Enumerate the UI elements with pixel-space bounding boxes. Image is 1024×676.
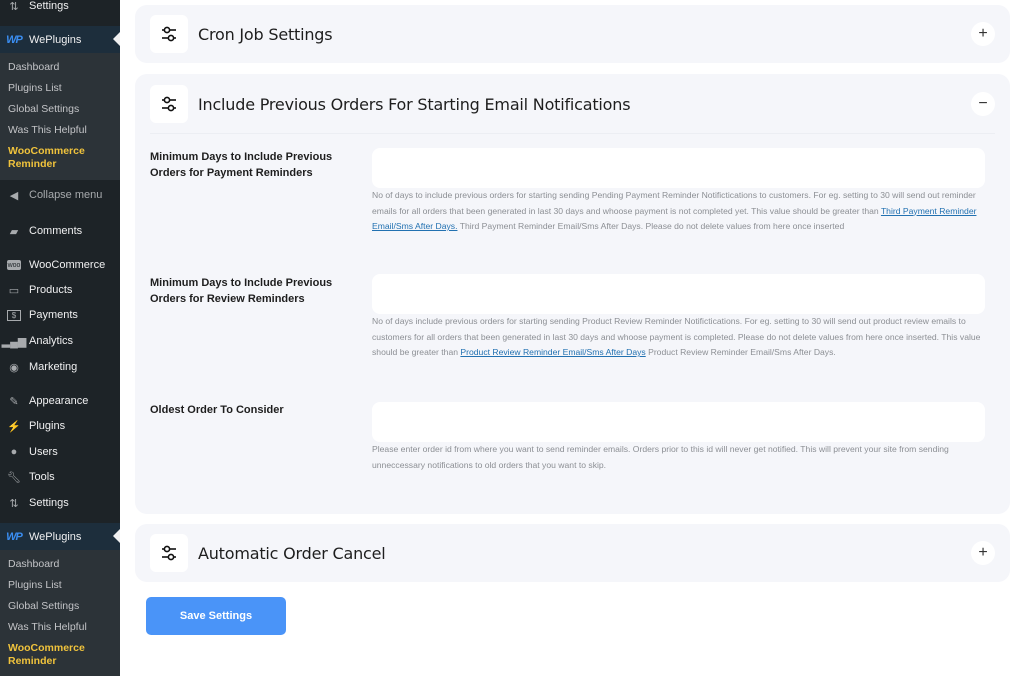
sliders-icon <box>150 15 188 53</box>
menu-label: WooCommerce <box>29 259 106 271</box>
menu-item-users[interactable]: ● Users <box>0 439 120 465</box>
settings-icon: ⇅ <box>9 0 19 13</box>
submenu-dashboard[interactable]: Dashboard <box>0 57 120 78</box>
min-days-review-label: Minimum Days to Include Previous Orders … <box>150 277 333 305</box>
woocommerce-icon: woo <box>7 260 21 270</box>
menu-item-comments[interactable]: ▰ Comments <box>0 218 120 244</box>
analytics-icon: ▂▄▆ <box>1 335 27 348</box>
payments-icon: $ <box>7 309 21 321</box>
help-text: Third Payment Reminder Email/Sms After D… <box>457 221 845 231</box>
submenu-was-this-helpful[interactable]: Was This Helpful <box>0 617 120 638</box>
cron-job-settings-panel: Cron Job Settings + <box>135 5 1010 63</box>
menu-label: WePlugins <box>29 33 82 46</box>
submenu-woocommerce-reminder[interactable]: WooCommerce Reminder <box>0 638 120 672</box>
oldest-order-label: Oldest Order To Consider <box>150 404 284 416</box>
menu-item-settings[interactable]: ⇅ Settings <box>0 490 120 516</box>
product-review-reminder-link[interactable]: Product Review Reminder Email/Sms After … <box>460 347 645 357</box>
menu-item-weplugins[interactable]: WP WePlugins <box>0 26 120 53</box>
menu-item-weplugins-2[interactable]: WP WePlugins <box>0 523 120 550</box>
menu-item-woocommerce[interactable]: woo WooCommerce <box>0 252 120 278</box>
menu-label: Plugins <box>29 420 66 432</box>
menu-item-products[interactable]: ▭ Products <box>0 277 120 303</box>
panel-header[interactable]: Automatic Order Cancel + <box>150 524 995 582</box>
oldest-order-help: Please enter order id from where you wan… <box>372 442 987 473</box>
panel-title: Include Previous Orders For Starting Ema… <box>198 94 631 114</box>
expand-plus-icon[interactable]: + <box>971 22 995 46</box>
comments-icon: ▰ <box>9 225 19 238</box>
menu-label: Payments <box>29 309 78 321</box>
divider <box>150 133 995 134</box>
tools-wrench-icon: 🔧︎ <box>7 471 21 484</box>
menu-item-plugins[interactable]: ⚡ Plugins <box>0 413 120 439</box>
min-days-payment-label: Minimum Days to Include Previous Orders … <box>150 151 333 179</box>
menu-label: Comments <box>29 225 83 237</box>
collapse-menu-button[interactable]: ◀ Collapse menu <box>0 182 120 208</box>
collapse-icon: ◀ <box>9 189 19 202</box>
weplugins-submenu: Dashboard Plugins List Global Settings W… <box>0 53 120 180</box>
plugins-icon: ⚡ <box>7 420 21 433</box>
help-text: Product Review Reminder Email/Sms After … <box>645 347 836 357</box>
users-icon: ● <box>10 446 18 458</box>
automatic-order-cancel-panel: Automatic Order Cancel + <box>135 524 1010 582</box>
submenu-plugins-list[interactable]: Plugins List <box>0 575 120 596</box>
menu-item-settings-top[interactable]: ⇅ Settings <box>0 0 120 19</box>
save-settings-button[interactable]: Save Settings <box>146 597 286 635</box>
min-days-review-input[interactable] <box>372 274 985 314</box>
weplugins-logo-icon: WP <box>6 530 23 543</box>
panel-title: Cron Job Settings <box>198 24 333 44</box>
sliders-icon <box>150 85 188 123</box>
menu-item-appearance[interactable]: ✎ Appearance <box>0 388 120 414</box>
oldest-order-input[interactable] <box>372 402 985 442</box>
panel-header[interactable]: Cron Job Settings + <box>150 5 995 63</box>
collapse-minus-icon[interactable]: − <box>971 92 995 116</box>
sliders-icon <box>150 534 188 572</box>
min-days-payment-input[interactable] <box>372 148 985 188</box>
submenu-global-settings[interactable]: Global Settings <box>0 596 120 617</box>
menu-item-payments[interactable]: $ Payments <box>0 302 120 328</box>
menu-label: Collapse menu <box>29 189 103 201</box>
settings-icon: ⇅ <box>9 497 19 510</box>
submenu-woocommerce-reminder[interactable]: WooCommerce Reminder <box>0 141 120 175</box>
panel-title: Automatic Order Cancel <box>198 543 386 563</box>
submenu-was-this-helpful[interactable]: Was This Helpful <box>0 120 120 141</box>
menu-label: WePlugins <box>29 530 82 543</box>
menu-label: Appearance <box>29 395 89 407</box>
menu-item-tools[interactable]: 🔧︎ Tools <box>0 464 120 490</box>
submenu-dashboard[interactable]: Dashboard <box>0 554 120 575</box>
menu-label: Tools <box>29 471 55 483</box>
products-icon: ▭ <box>8 284 20 297</box>
help-text: Please enter order id from where you wan… <box>372 444 949 470</box>
menu-label: Settings <box>29 0 69 12</box>
min-days-payment-help: No of days to include previous orders fo… <box>372 188 987 235</box>
min-days-review-help: No of days include previous orders for s… <box>372 314 987 361</box>
main-content: Cron Job Settings + Include Previous Ord… <box>120 0 1024 676</box>
menu-item-analytics[interactable]: ▂▄▆ Analytics <box>0 328 120 354</box>
submenu-plugins-list[interactable]: Plugins List <box>0 78 120 99</box>
admin-sidebar: ⇅ Settings WP WePlugins Dashboard Plugin… <box>0 0 120 676</box>
menu-label: Products <box>29 284 73 296</box>
submenu-global-settings[interactable]: Global Settings <box>0 99 120 120</box>
expand-plus-icon[interactable]: + <box>971 541 995 565</box>
menu-label: Marketing <box>29 361 78 373</box>
menu-label: Settings <box>29 497 69 509</box>
marketing-megaphone-icon: ◉ <box>9 361 19 374</box>
panel-header[interactable]: Include Previous Orders For Starting Ema… <box>150 74 995 134</box>
menu-label: Users <box>29 446 58 458</box>
weplugins-submenu-2: Dashboard Plugins List Global Settings W… <box>0 550 120 676</box>
appearance-brush-icon: ✎ <box>9 395 19 408</box>
menu-label: Analytics <box>29 335 74 347</box>
weplugins-logo-icon: WP <box>6 33 23 46</box>
menu-item-marketing[interactable]: ◉ Marketing <box>0 354 120 380</box>
include-previous-orders-panel: Include Previous Orders For Starting Ema… <box>135 74 1010 514</box>
